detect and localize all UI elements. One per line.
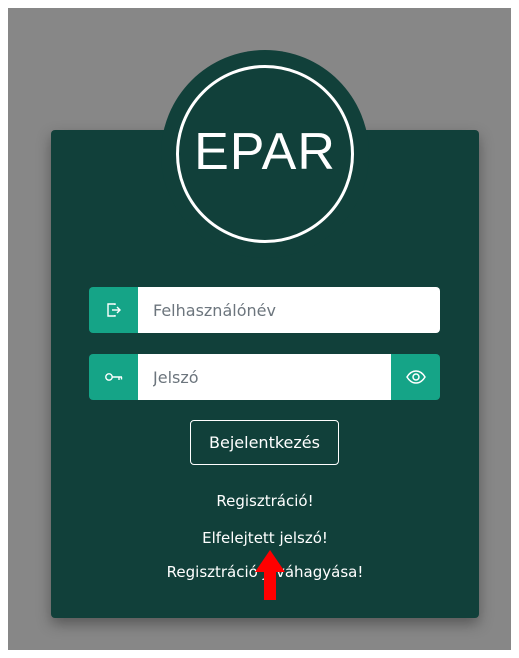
eye-icon (405, 370, 426, 384)
logo-text: EPAR (194, 123, 336, 181)
username-field-group (89, 287, 440, 333)
login-button[interactable]: Bejelentkezés (190, 420, 339, 465)
show-password-button[interactable] (391, 354, 440, 400)
register-link[interactable]: Regisztráció! (51, 492, 479, 510)
password-input[interactable] (138, 354, 391, 400)
username-input[interactable] (138, 287, 440, 333)
password-field-group (89, 354, 440, 400)
sign-in-icon (89, 287, 138, 333)
annotation-arrow-icon (255, 550, 285, 600)
logo-ring: EPAR (176, 65, 354, 243)
forgot-password-link[interactable]: Elfelejtett jelszó! (51, 529, 479, 547)
key-icon (89, 354, 138, 400)
